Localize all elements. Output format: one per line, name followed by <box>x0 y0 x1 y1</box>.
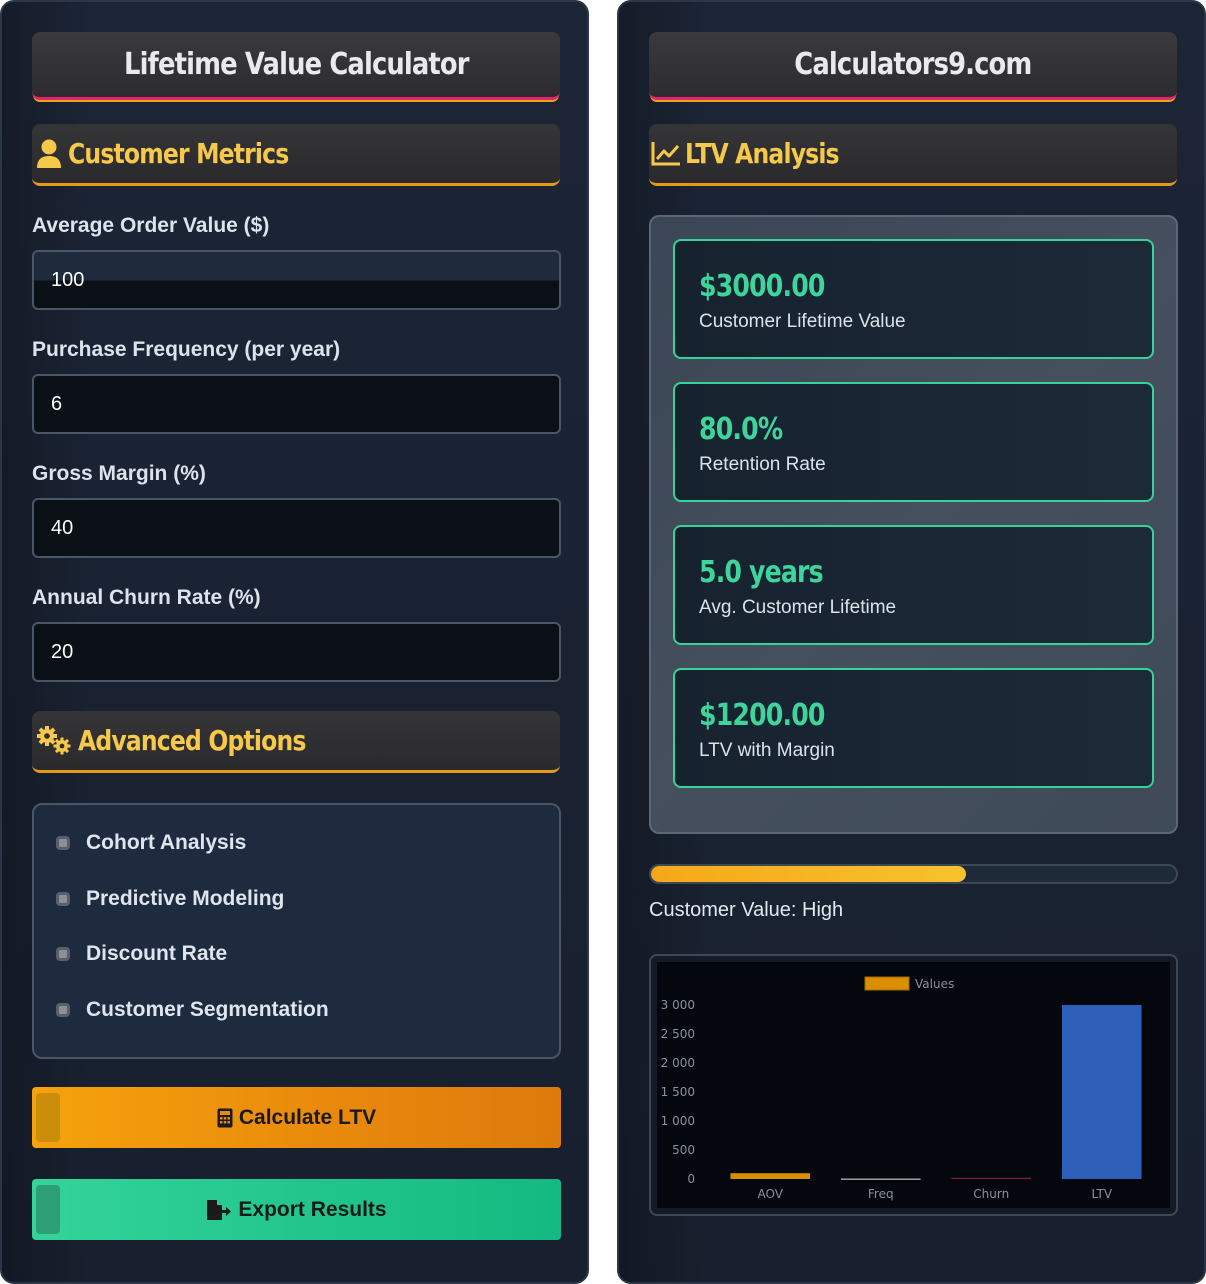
input-value: 40 <box>51 516 74 539</box>
result-label: Customer Lifetime Value <box>699 311 906 332</box>
bar-ltv <box>1061 1005 1142 1179</box>
advanced-options-header: Advanced Options <box>32 711 560 773</box>
cohort-analysis-checkbox[interactable] <box>56 836 70 850</box>
advanced-options-list: Cohort Analysis Predictive Modeling Disc… <box>32 803 561 1059</box>
bar-freq <box>840 1178 921 1180</box>
input-value: 6 <box>51 392 63 415</box>
result-label: LTV with Margin <box>699 740 835 761</box>
customer-value-label: Customer Value: High <box>649 899 844 921</box>
option-predictive-modeling[interactable]: Predictive Modeling <box>56 887 284 911</box>
customer-value-progress <box>649 864 1178 884</box>
chart-line-icon <box>651 137 681 171</box>
purchase-frequency-input[interactable]: 6 <box>32 374 561 434</box>
option-customer-segmentation[interactable]: Customer Segmentation <box>56 998 329 1022</box>
results-container: $3000.00 Customer Lifetime Value 80.0% R… <box>649 215 1178 834</box>
site-title-box: Calculators9.com <box>649 32 1177 100</box>
result-value: $3000.00 <box>699 269 825 304</box>
section-title: Advanced Options <box>78 724 306 757</box>
y-tick-label: 2 500 <box>661 1027 695 1041</box>
y-tick-label: 3 000 <box>661 998 695 1012</box>
result-card-retention: 80.0% Retention Rate <box>673 382 1154 502</box>
customer-segmentation-checkbox[interactable] <box>56 1003 70 1017</box>
x-tick-label: Churn <box>973 1187 1009 1201</box>
bar-churn <box>951 1177 1032 1179</box>
legend-swatch <box>864 976 910 991</box>
page-title: Lifetime Value Calculator <box>123 47 469 82</box>
result-card-lifetime: 5.0 years Avg. Customer Lifetime <box>673 525 1154 645</box>
ltv-chart-container: Values 0 500 1 000 1 500 2 000 2 500 3 000 AOV Fr… <box>649 954 1178 1216</box>
y-tick-label: 2 000 <box>661 1056 695 1070</box>
result-value: 5.0 years <box>699 555 824 590</box>
section-title: LTV Analysis <box>685 137 840 170</box>
average-order-value-input[interactable]: 100 <box>32 250 561 310</box>
result-label: Avg. Customer Lifetime <box>699 597 897 618</box>
gross-margin-label: Gross Margin (%) <box>32 462 206 485</box>
result-label: Retention Rate <box>699 454 826 475</box>
option-discount-rate[interactable]: Discount Rate <box>56 942 227 966</box>
y-tick-label: 1 500 <box>661 1085 695 1099</box>
result-card-ltv-margin: $1200.00 LTV with Margin <box>673 668 1154 788</box>
input-value: 20 <box>51 640 74 663</box>
ltv-analysis-header: LTV Analysis <box>649 124 1177 186</box>
predictive-modeling-checkbox[interactable] <box>56 892 70 906</box>
legend-label: Values <box>915 977 954 991</box>
customer-metrics-header: Customer Metrics <box>32 124 560 186</box>
calculator-title-box: Lifetime Value Calculator <box>32 32 560 100</box>
input-value: 100 <box>51 268 85 291</box>
y-tick-label: 500 <box>672 1143 695 1157</box>
gears-icon <box>34 724 74 758</box>
calculator-icon <box>217 1108 233 1128</box>
discount-rate-checkbox[interactable] <box>56 947 70 961</box>
y-tick-label: 0 <box>687 1172 695 1186</box>
option-label: Predictive Modeling <box>86 887 285 910</box>
option-label: Cohort Analysis <box>86 831 247 854</box>
ltv-bar-chart: Values 0 500 1 000 1 500 2 000 2 500 3 000 AOV Fr… <box>657 962 1170 1208</box>
button-edge <box>36 1185 60 1234</box>
result-card-ltv: $3000.00 Customer Lifetime Value <box>673 239 1154 359</box>
purchase-frequency-label: Purchase Frequency (per year) <box>32 338 341 361</box>
calculate-ltv-button[interactable]: Calculate LTV <box>32 1087 561 1148</box>
option-label: Discount Rate <box>86 942 228 965</box>
file-export-icon <box>206 1199 232 1221</box>
bar-aov <box>730 1173 811 1179</box>
result-value: $1200.00 <box>699 698 825 733</box>
average-order-value-label: Average Order Value ($) <box>32 214 270 237</box>
button-edge <box>36 1093 60 1142</box>
x-tick-label: Freq <box>868 1187 894 1201</box>
export-results-button[interactable]: Export Results <box>32 1179 561 1240</box>
section-title: Customer Metrics <box>68 137 289 170</box>
option-label: Customer Segmentation <box>86 998 329 1021</box>
user-icon <box>34 137 64 171</box>
annual-churn-rate-input[interactable]: 20 <box>32 622 561 682</box>
y-tick-label: 1 000 <box>661 1114 695 1128</box>
option-cohort-analysis[interactable]: Cohort Analysis <box>56 831 246 855</box>
annual-churn-rate-label: Annual Churn Rate (%) <box>32 586 261 609</box>
site-title: Calculators9.com <box>794 47 1032 82</box>
x-tick-label: AOV <box>758 1187 784 1201</box>
result-value: 80.0% <box>699 412 783 447</box>
x-tick-label: LTV <box>1091 1187 1112 1201</box>
progress-fill <box>651 866 966 882</box>
analysis-panel: Calculators9.com LTV Analysis $3000.00 C… <box>617 0 1206 1284</box>
button-label: Export Results <box>238 1197 387 1221</box>
button-label: Calculate LTV <box>238 1105 377 1129</box>
gross-margin-input[interactable]: 40 <box>32 498 561 558</box>
calculator-panel: Lifetime Value Calculator Customer Metri… <box>0 0 589 1284</box>
